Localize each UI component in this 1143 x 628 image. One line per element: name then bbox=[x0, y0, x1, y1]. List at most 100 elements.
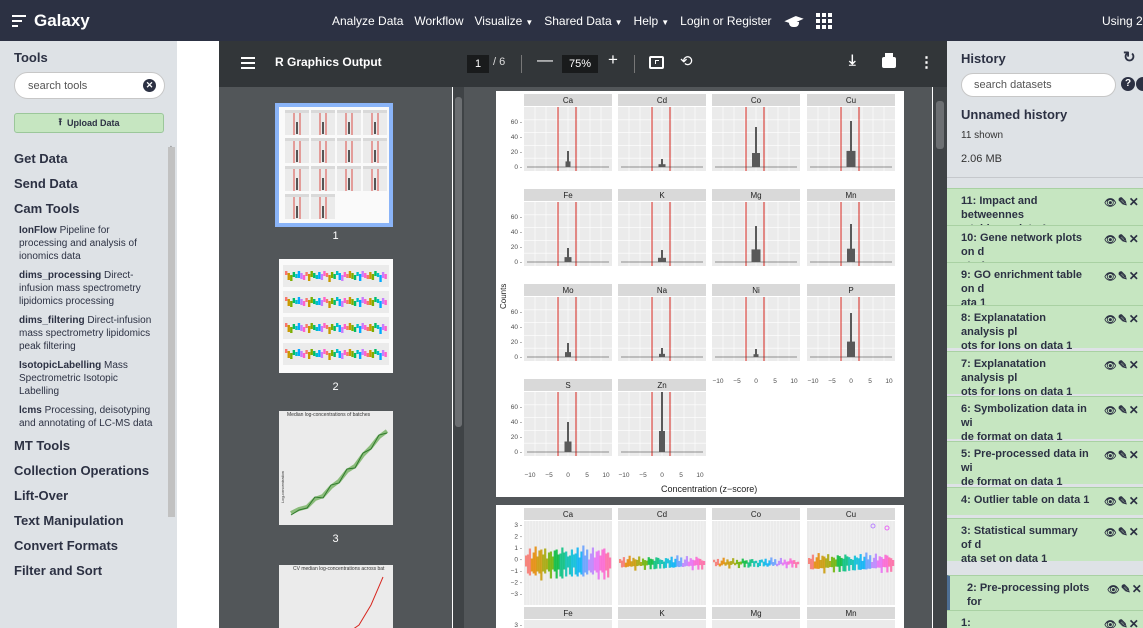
dataset-item[interactable]: 9: GO enrichment table on d ata 1 👁✎✕ bbox=[947, 262, 1143, 309]
thumbnail-page-2[interactable] bbox=[279, 259, 393, 373]
section-filter-and-sort[interactable]: Filter and Sort bbox=[14, 561, 164, 586]
eye-icon[interactable]: 👁 bbox=[1104, 620, 1118, 628]
tool-dims-processing[interactable]: dims_processing Direct-infusion mass spe… bbox=[19, 269, 159, 308]
section-text-manipulation[interactable]: Text Manipulation bbox=[14, 511, 164, 536]
delete-icon[interactable]: ✕ bbox=[1129, 448, 1140, 462]
section-send-data[interactable]: Send Data bbox=[14, 174, 164, 199]
zoom-in-icon[interactable]: + bbox=[608, 50, 618, 70]
delete-icon[interactable]: ✕ bbox=[1129, 269, 1140, 283]
eye-icon[interactable]: 👁 bbox=[1104, 235, 1118, 246]
eye-icon[interactable]: 👁 bbox=[1104, 315, 1118, 326]
pencil-icon[interactable]: ✎ bbox=[1118, 448, 1129, 462]
more-options-icon[interactable]: ⋮ bbox=[919, 53, 934, 71]
pencil-icon[interactable]: ✎ bbox=[1121, 582, 1132, 596]
pencil-icon[interactable]: ✎ bbox=[1118, 403, 1129, 417]
dataset-item[interactable]: 5: Pre-processed data in wi de format on… bbox=[947, 441, 1143, 488]
galaxy-brand[interactable]: Galaxy bbox=[12, 0, 90, 41]
delete-icon[interactable]: ✕ bbox=[1129, 617, 1140, 628]
thumbnail-page-3[interactable]: Median log-concentrations of batches Log… bbox=[279, 411, 393, 525]
x-tick-label: 5 bbox=[679, 472, 683, 479]
help-icon[interactable]: ? bbox=[1121, 77, 1135, 91]
section-get-data[interactable]: Get Data bbox=[14, 149, 164, 174]
upload-data-button[interactable]: ⭱ Upload Data bbox=[14, 113, 164, 133]
pencil-icon[interactable]: ✎ bbox=[1118, 494, 1129, 508]
eye-icon[interactable]: 👁 bbox=[1104, 497, 1118, 508]
dataset-item[interactable]: 6: Symbolization data in wi de format on… bbox=[947, 396, 1143, 443]
dataset-item[interactable]: 7: Explanatation analysis pl ots for Ion… bbox=[947, 351, 1143, 398]
history-name[interactable]: Unnamed history bbox=[961, 107, 1067, 122]
graduation-cap-icon[interactable] bbox=[783, 14, 805, 28]
delete-icon[interactable]: ✕ bbox=[1129, 358, 1140, 372]
clear-search-icon[interactable]: ✕ bbox=[143, 79, 156, 92]
delete-icon[interactable]: ✕ bbox=[1129, 195, 1140, 209]
thumbnail-page-1[interactable] bbox=[275, 103, 393, 227]
tool-panel-scrollbar[interactable] bbox=[168, 147, 175, 517]
zoom-out-icon[interactable]: — bbox=[537, 52, 553, 70]
dataset-name[interactable]: 7: Explanatation analysis pl ots for Ion… bbox=[961, 357, 1091, 399]
apps-grid-icon[interactable] bbox=[815, 12, 832, 29]
zoom-level-input[interactable]: 75% bbox=[562, 55, 598, 73]
delete-icon[interactable]: ✕ bbox=[1129, 232, 1140, 246]
fit-page-icon[interactable] bbox=[649, 56, 664, 69]
pencil-icon[interactable]: ✎ bbox=[1118, 269, 1129, 283]
thumbnail-3-title: Median log-concentrations of batches bbox=[287, 412, 371, 418]
nav-workflow[interactable]: Workflow bbox=[414, 14, 463, 28]
options-icon[interactable] bbox=[1136, 77, 1143, 91]
delete-icon[interactable]: ✕ bbox=[1129, 494, 1140, 508]
tool-search-input[interactable]: search tools ✕ bbox=[14, 72, 165, 99]
pencil-icon[interactable]: ✎ bbox=[1118, 312, 1129, 326]
dataset-name[interactable]: 6: Symbolization data in wi de format on… bbox=[961, 402, 1091, 444]
dataset-name[interactable]: 1: Dataset_IonFlow_Ionome bbox=[961, 616, 1091, 628]
tool-dims-filtering[interactable]: dims_filtering Direct-infusion mass spec… bbox=[19, 314, 159, 353]
delete-icon[interactable]: ✕ bbox=[1129, 525, 1140, 539]
dataset-name[interactable]: 3: Statistical summary of d ata set on d… bbox=[961, 524, 1091, 566]
page-number-input[interactable]: 1 bbox=[467, 55, 489, 73]
dataset-item[interactable]: 4: Outlier table on data 1 👁✎✕ bbox=[947, 487, 1143, 515]
eye-icon[interactable]: 👁 bbox=[1104, 272, 1118, 283]
pencil-icon[interactable]: ✎ bbox=[1118, 617, 1129, 628]
dataset-item[interactable]: 3: Statistical summary of d ata set on d… bbox=[947, 518, 1143, 565]
dataset-item[interactable]: 8: Explanatation analysis pl ots for Ion… bbox=[947, 305, 1143, 352]
refresh-icon[interactable]: ↻ bbox=[1123, 48, 1136, 66]
tool-ionflow[interactable]: IonFlow Pipeline for processing and anal… bbox=[19, 224, 159, 263]
eye-icon[interactable]: 👁 bbox=[1104, 528, 1118, 539]
section-lift-over[interactable]: Lift-Over bbox=[14, 486, 164, 511]
delete-icon[interactable]: ✕ bbox=[1132, 582, 1143, 596]
pencil-icon[interactable]: ✎ bbox=[1118, 232, 1129, 246]
sidebar-menu-icon[interactable] bbox=[241, 57, 255, 69]
tool-lcms[interactable]: lcms Processing, deisotyping and annotat… bbox=[19, 404, 159, 430]
dataset-name[interactable]: 8: Explanatation analysis pl ots for Ion… bbox=[961, 311, 1091, 353]
eye-icon[interactable]: 👁 bbox=[1104, 361, 1118, 372]
thumbnail-scrollbar[interactable] bbox=[453, 87, 464, 628]
print-icon[interactable] bbox=[882, 53, 896, 68]
pages-scrollbar[interactable] bbox=[933, 87, 947, 628]
dataset-item[interactable]: 1: Dataset_IonFlow_Ionome 👁✎✕ bbox=[947, 610, 1143, 628]
nav-visualize[interactable]: Visualize ▼ bbox=[475, 14, 534, 28]
eye-icon[interactable]: 👁 bbox=[1104, 451, 1118, 462]
download-icon[interactable]: ⤓ bbox=[849, 52, 856, 69]
eye-icon[interactable]: 👁 bbox=[1104, 198, 1118, 209]
nav-analyze-data[interactable]: Analyze Data bbox=[332, 14, 403, 28]
pencil-icon[interactable]: ✎ bbox=[1118, 358, 1129, 372]
delete-icon[interactable]: ✕ bbox=[1129, 403, 1140, 417]
rotate-icon[interactable]: ⟲ bbox=[680, 52, 693, 70]
section-mt-tools[interactable]: MT Tools bbox=[14, 436, 164, 461]
nav-shared-data[interactable]: Shared Data ▼ bbox=[544, 14, 622, 28]
dataset-name[interactable]: 9: GO enrichment table on d ata 1 bbox=[961, 268, 1091, 310]
nav-login-register[interactable]: Login or Register bbox=[680, 14, 771, 28]
nav-help[interactable]: Help ▼ bbox=[634, 14, 670, 28]
section-convert-formats[interactable]: Convert Formats bbox=[14, 536, 164, 561]
dataset-name[interactable]: 5: Pre-processed data in wi de format on… bbox=[961, 447, 1091, 489]
delete-icon[interactable]: ✕ bbox=[1129, 312, 1140, 326]
dataset-search-input[interactable]: search datasets bbox=[961, 73, 1116, 97]
section-collection-operations[interactable]: Collection Operations bbox=[14, 461, 164, 486]
pencil-icon[interactable]: ✎ bbox=[1118, 195, 1129, 209]
tool-isotopiclabelling[interactable]: IsotopicLabelling Mass Spectrometric Iso… bbox=[19, 359, 159, 398]
eye-icon[interactable]: 👁 bbox=[1104, 406, 1118, 417]
thumbnail-3-ylabel: Log-concentration bbox=[280, 470, 285, 503]
thumbnail-page-4[interactable]: CV median log-concentrations across bat … bbox=[279, 565, 393, 628]
eye-icon[interactable]: 👁 bbox=[1107, 585, 1121, 596]
dataset-name[interactable]: 4: Outlier table on data 1 bbox=[961, 493, 1091, 507]
section-cam-tools[interactable]: Cam Tools bbox=[14, 199, 164, 224]
pencil-icon[interactable]: ✎ bbox=[1118, 525, 1129, 539]
